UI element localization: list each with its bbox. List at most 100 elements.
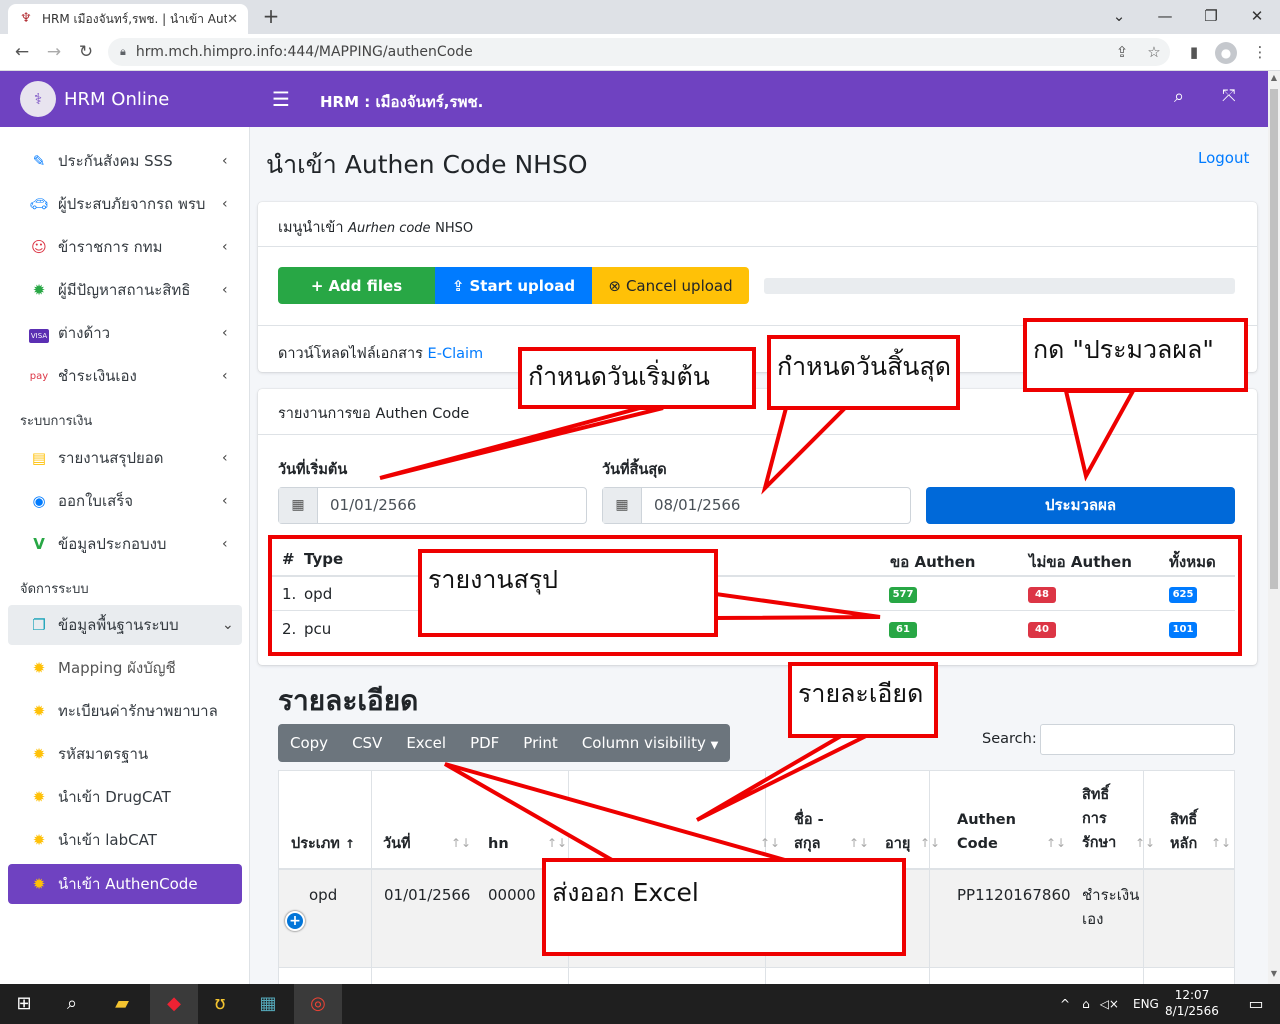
anydesk-icon[interactable]: ◆ (150, 984, 198, 1024)
sort-icon[interactable]: ↑↓ (451, 836, 471, 850)
sidebar-item-car-accident[interactable]: 🚗︎ ผู้ประสบภัยจากรถ พรบ ‹ (8, 184, 242, 224)
scrollbar-thumb[interactable] (1270, 89, 1278, 589)
sidebar-item-authencode[interactable]: ✹ นำเข้า AuthenCode (8, 864, 242, 904)
minimize-button[interactable]: — (1142, 2, 1188, 30)
language-indicator[interactable]: ENG (1133, 997, 1159, 1011)
close-tab-icon[interactable]: ✕ (227, 12, 238, 27)
notification-icon[interactable]: ▭ (1232, 984, 1280, 1024)
system-tray: ^ ⌂ ◁× ENG (1060, 984, 1159, 1024)
sidebar-item-drugcat[interactable]: ✹ นำเข้า DrugCAT (8, 777, 242, 817)
sidebar-item-self-pay[interactable]: pay ชำระเงินเอง ‹ (8, 356, 242, 396)
start-date-input[interactable]: ▦ 01/01/2566 (278, 487, 587, 524)
sort-icon[interactable]: ↑↓ (1046, 836, 1066, 850)
maximize-button[interactable]: ❐ (1188, 2, 1234, 30)
page-scrollbar[interactable]: ▲ ▼ (1268, 71, 1280, 984)
sidebar-item-summary-report[interactable]: ▤ รายงานสรุปยอด ‹ (8, 438, 242, 478)
add-files-button[interactable]: + Add files (278, 267, 435, 304)
col-header-authen-code[interactable]: Authen Code (957, 808, 1016, 856)
col-header-treatment-right[interactable]: สิทธิ์ การ รักษา (1082, 783, 1116, 855)
chevron-left-icon: ‹ (222, 368, 228, 384)
brand-logo-icon: ⚕ (20, 81, 56, 117)
expand-row-icon[interactable]: + (285, 911, 305, 931)
sidebar-header-finance: ระบบการเงิน (20, 414, 93, 429)
profile-avatar[interactable]: ● (1215, 42, 1237, 64)
scroll-down-arrow-icon[interactable]: ▼ (1268, 969, 1280, 978)
sort-icon[interactable]: ↑↓ (920, 836, 940, 850)
print-button[interactable]: Print (511, 724, 570, 762)
sort-icon[interactable]: ↑↓ (1211, 836, 1231, 850)
total-badge: 101 (1169, 622, 1197, 638)
network-icon[interactable]: ⌂ (1082, 997, 1090, 1011)
app-icon[interactable]: ʊ (196, 984, 244, 1024)
server-app-icon[interactable]: ▦ (244, 984, 292, 1024)
clock[interactable]: 12:07 8/1/2566 (1160, 987, 1224, 1019)
search-icon[interactable]: ⌕ (1174, 86, 1184, 107)
col-header-date[interactable]: วันที่ (383, 832, 411, 856)
column-visibility-button[interactable]: Column visibility ▼ (570, 724, 731, 762)
upload-icon: ⇪ (451, 276, 465, 295)
start-upload-button[interactable]: ⇪ Start upload (435, 267, 592, 304)
brand-link[interactable]: ⚕ HRM Online (0, 71, 250, 127)
logout-link[interactable]: Logout (1198, 149, 1249, 167)
summary-row-no: 2. (282, 620, 297, 638)
tab-search-icon[interactable]: ⌄ (1096, 2, 1142, 30)
close-window-button[interactable]: ✕ (1234, 2, 1280, 30)
cancel-upload-button[interactable]: ⊗ Cancel upload (592, 267, 749, 304)
sidebar-item-basic-data[interactable]: ❐ ข้อมูลพื้นฐานระบบ ⌄ (8, 605, 242, 645)
sort-icon[interactable]: ↑↓ (1135, 836, 1155, 850)
search-input[interactable] (1040, 724, 1235, 755)
side-panel-icon[interactable]: ▮ (1180, 38, 1208, 66)
browser-menu-icon[interactable]: ⋮ (1246, 38, 1274, 66)
new-tab-button[interactable]: + (258, 4, 284, 30)
sidebar-item-receipt[interactable]: ◉ ออกใบเสร็จ ‹ (8, 481, 242, 521)
sort-icon[interactable]: ↑↓ (760, 836, 780, 850)
sidebar-item-bkk-officials[interactable]: ☺ ข้าราชการ กทม ‹ (8, 227, 242, 267)
excel-button[interactable]: Excel (394, 724, 458, 762)
col-header-main-right[interactable]: สิทธิ์ หลัก (1170, 808, 1197, 856)
chevron-left-icon: ‹ (222, 196, 228, 212)
end-date-label: วันที่สิ้นสุด (602, 462, 667, 478)
csv-button[interactable]: CSV (340, 724, 394, 762)
sort-icon[interactable]: ↑↓ (849, 836, 869, 850)
chrome-icon[interactable]: ◎ (294, 984, 342, 1024)
url-field[interactable]: 🔒︎ hrm.mch.himpro.info:444/MAPPING/authe… (108, 38, 1170, 66)
share-icon[interactable]: ⇪ (1108, 38, 1136, 66)
volume-muted-icon[interactable]: ◁× (1100, 997, 1119, 1011)
col-header-age[interactable]: อายุ (885, 832, 910, 856)
file-explorer-icon[interactable]: ▰ (98, 984, 146, 1024)
eclaim-link[interactable]: E-Claim (428, 346, 484, 362)
hamburger-menu-icon[interactable]: ☰ (272, 87, 290, 111)
tray-overflow-icon[interactable]: ^ (1060, 997, 1070, 1011)
sidebar-item-foreigner[interactable]: VISA ต่างด้าว ‹ (8, 313, 242, 353)
sidebar-item-medical-fees[interactable]: ✹ ทะเบียนค่ารักษาพยาบาล (8, 691, 242, 731)
reload-icon[interactable]: ↻ (72, 38, 100, 66)
forward-icon[interactable]: → (40, 38, 68, 66)
col-header-type[interactable]: ประเภท ↑ (291, 832, 355, 856)
detail-title: รายละเอียด (278, 684, 419, 717)
col-header-type: Type (304, 550, 344, 568)
browser-tab[interactable]: ♆ HRM เมืองจันทร์,รพช. | นำเข้า Authe ✕ (8, 4, 248, 34)
scroll-up-arrow-icon[interactable]: ▲ (1268, 73, 1280, 82)
authen-badge: 61 (889, 622, 917, 638)
sidebar-item-budget-data[interactable]: V ข้อมูลประกอบงบ ‹ (8, 524, 242, 564)
sidebar-item-labcat[interactable]: ✹ นำเข้า labCAT (8, 820, 242, 860)
sidebar-item-status-problem[interactable]: ✹ ผู้มีปัญหาสถานะสิทธิ ‹ (8, 270, 242, 310)
sort-icon[interactable]: ↑↓ (547, 836, 567, 850)
sidebar-item-mapping[interactable]: ✹ Mapping ผังบัญชี (8, 648, 242, 688)
back-icon[interactable]: ← (8, 38, 36, 66)
end-date-input[interactable]: ▦ 08/01/2566 (602, 487, 911, 524)
bookmark-star-icon[interactable]: ☆ (1140, 38, 1168, 66)
download-row: ดาวน์โหลดไฟล์เอกสาร E-Claim (278, 346, 484, 362)
search-icon[interactable]: ⌕ (48, 984, 96, 1024)
fullscreen-icon[interactable]: ⤧ (1222, 86, 1236, 106)
pdf-button[interactable]: PDF (458, 724, 511, 762)
sidebar-item-sss[interactable]: ✎ ประกันสังคม SSS ‹ (8, 141, 242, 181)
windows-start-icon[interactable]: ⊞ (0, 984, 48, 1024)
copy-button[interactable]: Copy (278, 724, 340, 762)
sidebar-item-standard-codes[interactable]: ✹ รหัสมาตรฐาน (8, 734, 242, 774)
process-button[interactable]: ประมวลผล (926, 487, 1235, 524)
sidebar-header-admin: จัดการระบบ (20, 582, 89, 597)
col-header-name[interactable]: ชื่อ - สกุล (794, 808, 824, 856)
gear-icon: ✹ (32, 788, 46, 806)
col-header-hn[interactable]: hn (488, 832, 509, 856)
